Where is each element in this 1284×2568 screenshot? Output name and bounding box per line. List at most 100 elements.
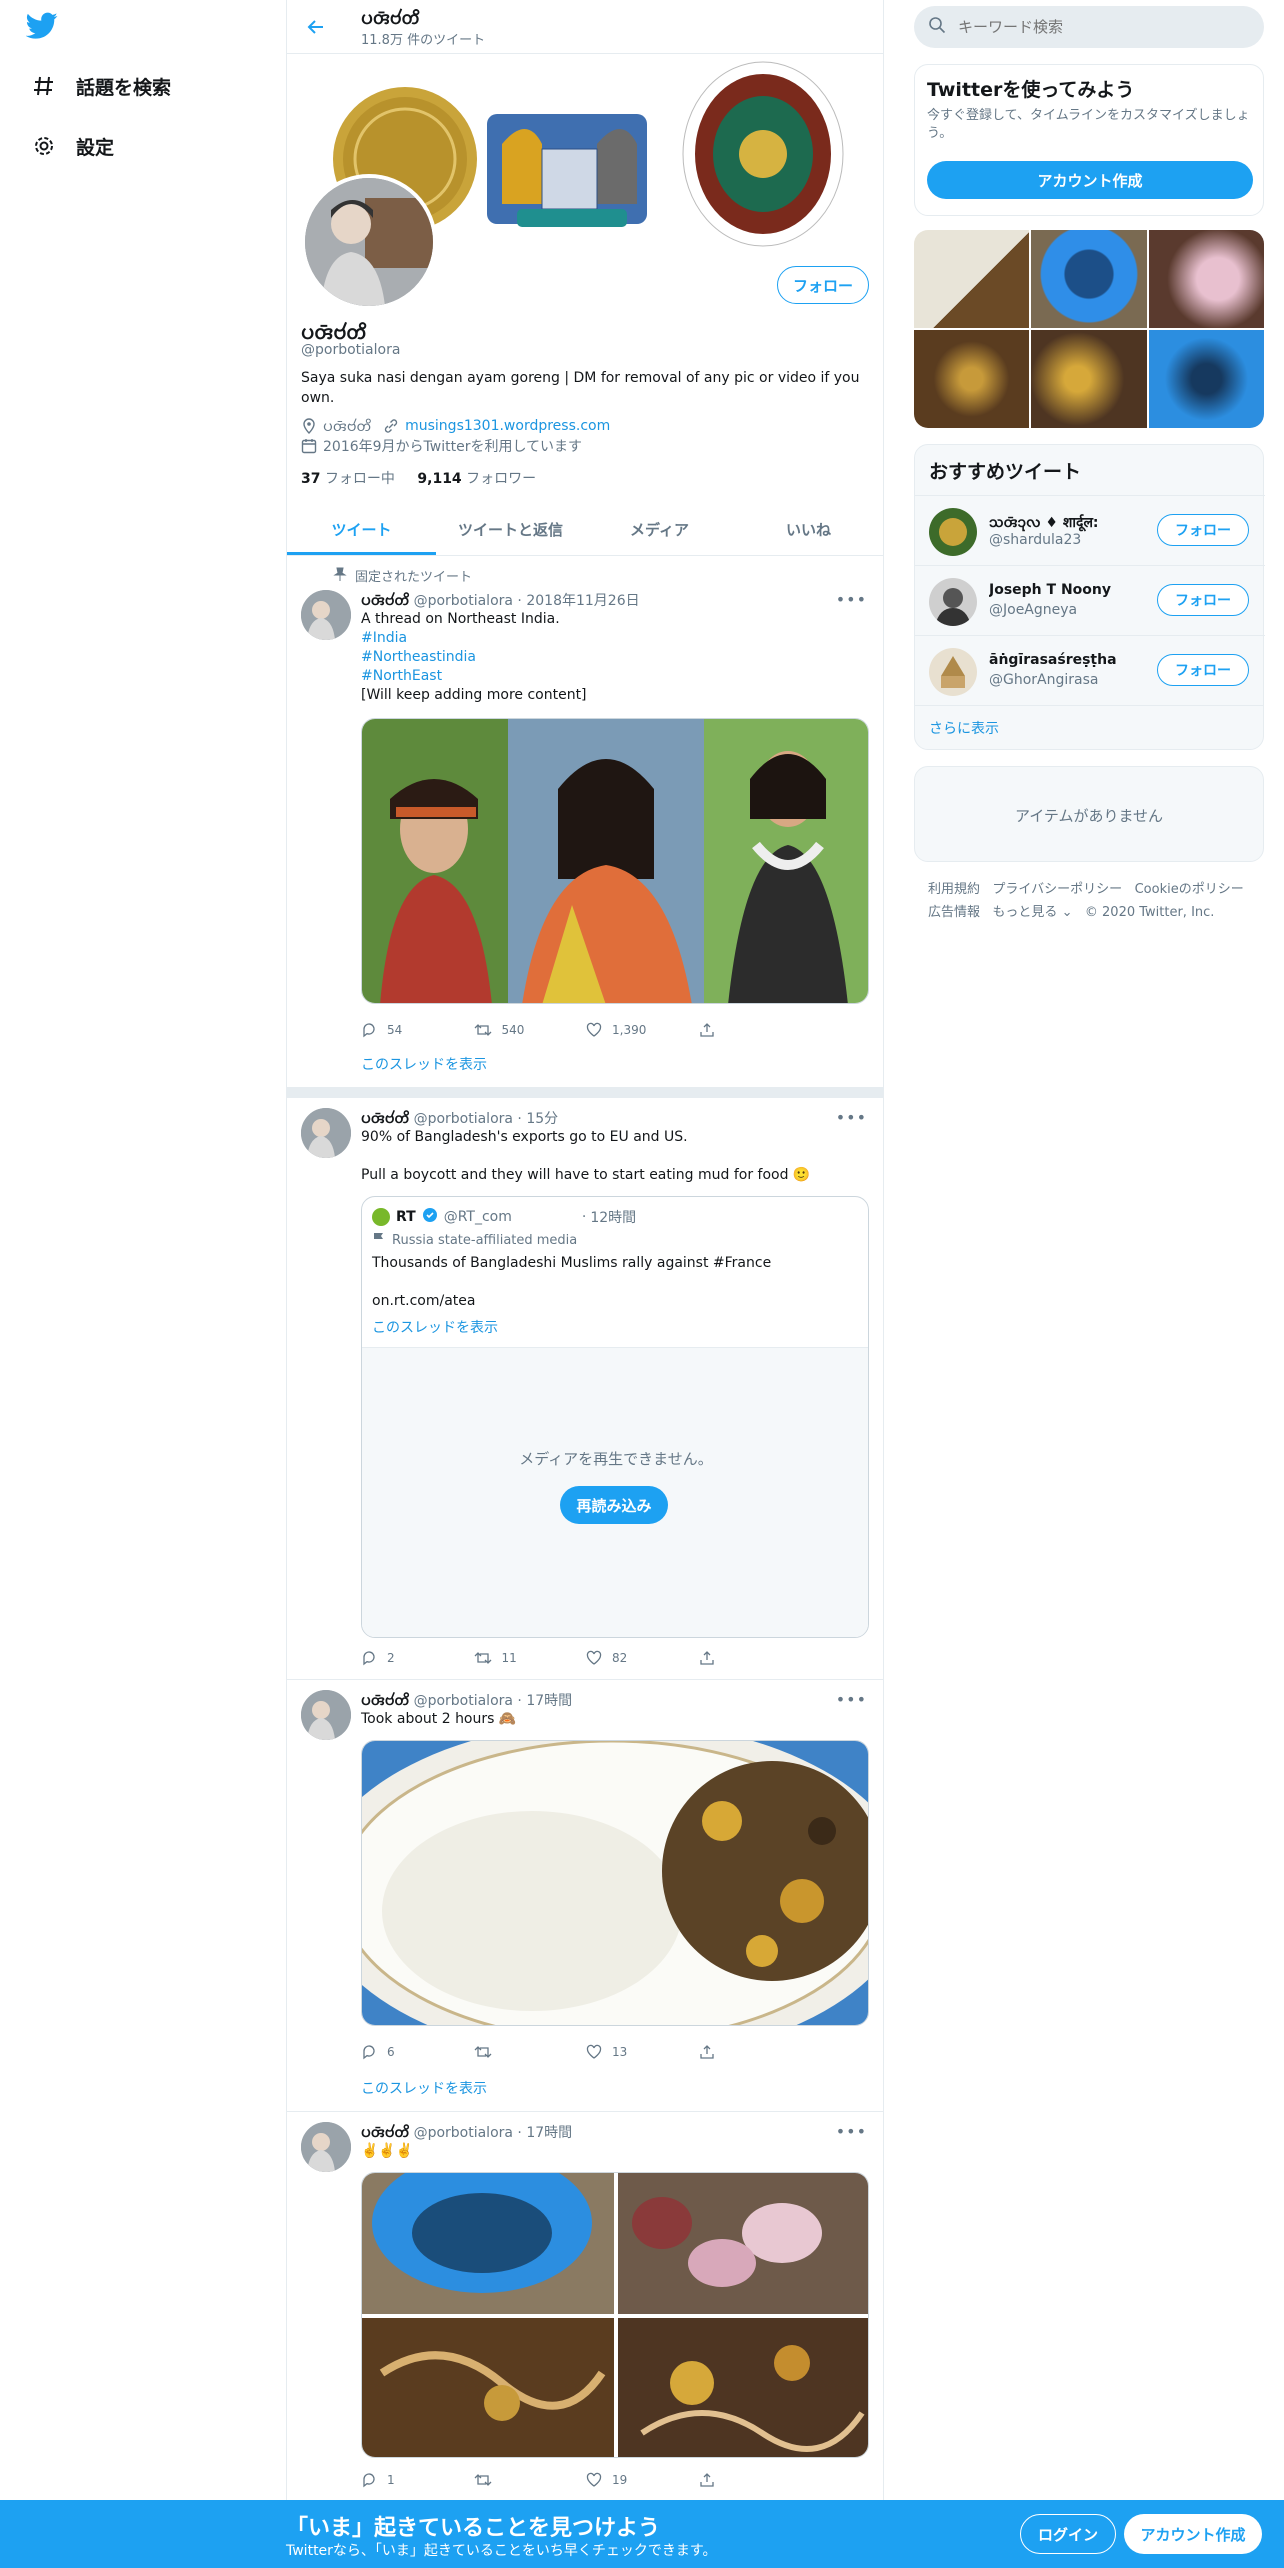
reply-button[interactable]: 54	[361, 1020, 474, 1040]
followers-label: フォロワー	[466, 471, 537, 487]
tweet-pinned[interactable]: 固定されたツイート 𑄛𑄢𑄴𑄝𑄧𑄖𑄨 @porbotialora · 2018年1…	[287, 556, 883, 1088]
footer-privacy[interactable]: プライバシーポリシー	[992, 882, 1122, 897]
suggestion-item[interactable]: Joseph T Noony @JoeAgneya フォロー	[915, 565, 1265, 635]
chevron-down-icon: ⌄	[1061, 905, 1073, 920]
tweet-author-handle: @porbotialora	[413, 593, 513, 609]
media-thumbnail[interactable]	[1031, 230, 1147, 328]
reply-button[interactable]: 1	[361, 2470, 474, 2490]
signup-description: 今すぐ登録して、タイムラインをカスタマイズしましょう。	[927, 108, 1250, 141]
profile-avatar[interactable]	[301, 174, 437, 310]
tweet-author-name[interactable]: 𑄛𑄢𑄴𑄝𑄧𑄖𑄨	[361, 2125, 409, 2141]
quoted-show-thread[interactable]: このスレッドを表示	[372, 1317, 498, 1337]
reply-button[interactable]: 2	[361, 1648, 474, 1668]
tab-tweets[interactable]: ツイート	[287, 504, 436, 555]
hashtag-india[interactable]: #India	[361, 629, 861, 648]
nav-settings[interactable]: 設定	[30, 126, 114, 166]
media-thumbnail[interactable]	[914, 230, 1030, 328]
twitter-logo-icon[interactable]	[25, 12, 62, 42]
login-button[interactable]: ログイン	[1020, 2514, 1116, 2554]
signup-panel: Twitterを使ってみよう 今すぐ登録して、タイムラインをカスタマイズしましょ…	[914, 64, 1264, 216]
profile-meta-row: 𑄛𑄢𑄴𑄝𑄧𑄖𑄨 musings1301.wordpress.com	[301, 416, 610, 436]
tweet-avatar[interactable]	[301, 1108, 351, 1158]
create-account-button[interactable]: アカウント作成	[927, 161, 1253, 199]
suggestion-follow-button[interactable]: フォロー	[1157, 514, 1249, 546]
retweet-button[interactable]: 11	[474, 1648, 587, 1668]
media-thumbnail[interactable]	[914, 330, 1030, 428]
footer-cookie[interactable]: Cookieのポリシー	[1135, 882, 1244, 897]
like-button[interactable]: 82	[586, 1648, 699, 1668]
suggestion-item[interactable]: 𑄥𑄢𑄴𑄘𑄪𑄣 ♦ शार्दूल: @shardula23 フォロー	[915, 495, 1265, 565]
retweet-button[interactable]	[474, 2470, 587, 2490]
reply-button[interactable]: 6	[361, 2042, 474, 2062]
tweet-author-name[interactable]: 𑄛𑄢𑄴𑄝𑄧𑄖𑄨	[361, 1111, 409, 1127]
tweet-photos[interactable]: 𑄛𑄢𑄴𑄝𑄧𑄖𑄨 @porbotialora · 17時間 ••• ✌️✌️✌️	[287, 2112, 883, 2500]
tab-media[interactable]: メディア	[585, 504, 734, 555]
suggestion-follow-button[interactable]: フォロー	[1157, 584, 1249, 616]
search-input[interactable]	[958, 18, 1238, 36]
share-button[interactable]	[699, 2470, 812, 2490]
more-options-icon[interactable]: •••	[836, 590, 867, 609]
like-button[interactable]: 1,390	[586, 1020, 699, 1040]
retweet-count: 11	[501, 1651, 517, 1665]
tweet-media-grid[interactable]	[361, 2172, 869, 2458]
signup-button[interactable]: アカウント作成	[1124, 2514, 1262, 2554]
like-button[interactable]: 19	[586, 2470, 699, 2490]
tweet-food[interactable]: 𑄛𑄢𑄴𑄝𑄧𑄖𑄨 @porbotialora · 17時間 ••• Took ab…	[287, 1680, 883, 2112]
reload-button[interactable]: 再読み込み	[560, 1486, 668, 1524]
more-options-icon[interactable]: •••	[836, 1690, 867, 1709]
media-thumbnail[interactable]	[1148, 330, 1264, 428]
profile-website-link[interactable]: musings1301.wordpress.com	[405, 418, 610, 434]
search-box[interactable]	[914, 6, 1264, 48]
nav-explore[interactable]: 話題を検索	[30, 66, 171, 106]
gear-icon	[30, 132, 58, 160]
tweet-media-photos[interactable]	[361, 718, 869, 1004]
retweet-button[interactable]	[474, 2042, 587, 2062]
tab-likes[interactable]: いいね	[734, 504, 883, 555]
quoted-link[interactable]: on.rt.com/atea	[372, 1293, 475, 1309]
footer-ads[interactable]: 広告情報	[928, 905, 980, 920]
show-thread-link[interactable]: このスレッドを表示	[361, 2078, 487, 2098]
tweet-text: A thread on Northeast India. #India #Nor…	[361, 610, 861, 705]
reply-count: 2	[387, 1651, 395, 1665]
share-button[interactable]	[699, 1648, 812, 1668]
suggestion-item[interactable]: āṅgīrasaśreṣṭha @GhorAngirasa フォロー	[915, 635, 1265, 705]
more-options-icon[interactable]: •••	[836, 2122, 867, 2141]
media-thumbnail[interactable]	[1148, 230, 1264, 328]
tweet-time[interactable]: 17時間	[526, 2125, 572, 2141]
tweet-avatar[interactable]	[301, 590, 351, 640]
tweet-time[interactable]: 2018年11月26日	[526, 593, 639, 609]
trends-panel: アイテムがありません	[914, 766, 1264, 862]
quoted-tweet-card[interactable]: RT @RT_com · 12時間 Russia state-affiliate…	[361, 1196, 869, 1638]
suggestion-avatar	[929, 648, 977, 696]
footer-terms[interactable]: 利用規約	[928, 882, 980, 897]
calendar-icon	[301, 438, 317, 454]
tweet-time[interactable]: 15分	[526, 1111, 558, 1127]
tweet-author: 𑄛𑄢𑄴𑄝𑄧𑄖𑄨 @porbotialora · 17時間	[361, 2125, 573, 2141]
tweet-avatar[interactable]	[301, 1690, 351, 1740]
media-thumbnail[interactable]	[1031, 330, 1147, 428]
share-button[interactable]	[699, 2042, 812, 2062]
tweet-author-name[interactable]: 𑄛𑄢𑄴𑄝𑄧𑄖𑄨	[361, 593, 409, 609]
tweet-author-name[interactable]: 𑄛𑄢𑄴𑄝𑄧𑄖𑄨	[361, 1693, 409, 1709]
footer-more[interactable]: もっと見る	[992, 905, 1057, 920]
media-thumbnails	[914, 230, 1264, 428]
followers-stat[interactable]: 9,114 フォロワー	[417, 471, 536, 487]
retweet-button[interactable]: 540	[474, 1020, 587, 1040]
show-thread-link[interactable]: このスレッドを表示	[361, 1054, 487, 1074]
follow-button[interactable]: フォロー	[777, 266, 869, 304]
footer-links: 利用規約 プライバシーポリシー Cookieのポリシー 広告情報 もっと見る ⌄…	[928, 878, 1258, 924]
back-arrow-icon[interactable]	[301, 12, 331, 42]
show-more-link[interactable]: さらに表示	[915, 705, 1263, 749]
like-button[interactable]: 13	[586, 2042, 699, 2062]
share-button[interactable]	[699, 1020, 812, 1040]
more-options-icon[interactable]: •••	[836, 1108, 867, 1127]
tab-tweets-and-replies[interactable]: ツイートと返信	[436, 504, 585, 555]
tweet-quote[interactable]: 𑄛𑄢𑄴𑄝𑄧𑄖𑄨 @porbotialora · 15分 ••• 90% of B…	[287, 1098, 883, 1680]
following-stat[interactable]: 37 フォロー中	[301, 471, 395, 487]
tweet-time[interactable]: 17時間	[526, 1693, 572, 1709]
tweet-media-photo[interactable]	[361, 1740, 869, 2026]
tweet-avatar[interactable]	[301, 2122, 351, 2172]
hashtag-northeast[interactable]: #NorthEast	[361, 667, 861, 686]
suggestion-follow-button[interactable]: フォロー	[1157, 654, 1249, 686]
hashtag-northeastindia[interactable]: #Northeastindia	[361, 648, 861, 667]
